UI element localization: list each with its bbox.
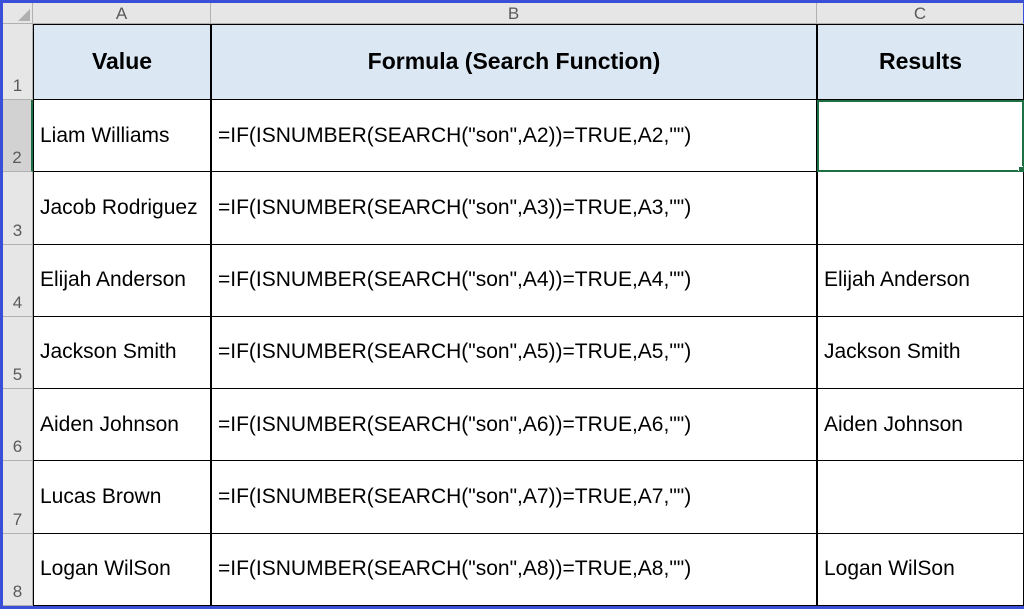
cell-a7[interactable]: Lucas Brown [33,461,211,533]
cell-b5[interactable]: =IF(ISNUMBER(SEARCH("son",A5))=TRUE,A5,"… [211,317,817,389]
row-8: 8 Logan WilSon =IF(ISNUMBER(SEARCH("son"… [3,534,1021,606]
row-head-5[interactable]: 5 [3,317,33,389]
row-2: 2 Liam Williams =IF(ISNUMBER(SEARCH("son… [3,100,1021,172]
row-head-3[interactable]: 3 [3,172,33,244]
cell-a2[interactable]: Liam Williams [33,100,211,172]
row-5: 5 Jackson Smith =IF(ISNUMBER(SEARCH("son… [3,317,1021,389]
col-head-a[interactable]: A [33,3,211,24]
cell-c2[interactable] [817,100,1024,172]
row-1: 1 Value Formula (Search Function) Result… [3,24,1021,100]
cell-a3[interactable]: Jacob Rodriguez [33,172,211,244]
header-results[interactable]: Results [817,24,1024,100]
cell-b7[interactable]: =IF(ISNUMBER(SEARCH("son",A7))=TRUE,A7,"… [211,461,817,533]
row-head-2[interactable]: 2 [3,100,33,172]
cell-c4[interactable]: Elijah Anderson [817,245,1024,317]
row-head-7[interactable]: 7 [3,461,33,533]
select-all-corner[interactable] [3,3,33,24]
row-head-4[interactable]: 4 [3,245,33,317]
cell-c8[interactable]: Logan WilSon [817,534,1024,606]
row-6: 6 Aiden Johnson =IF(ISNUMBER(SEARCH("son… [3,389,1021,461]
cell-c5[interactable]: Jackson Smith [817,317,1024,389]
row-4: 4 Elijah Anderson =IF(ISNUMBER(SEARCH("s… [3,245,1021,317]
cell-c6[interactable]: Aiden Johnson [817,389,1024,461]
cell-a4[interactable]: Elijah Anderson [33,245,211,317]
row-7: 7 Lucas Brown =IF(ISNUMBER(SEARCH("son",… [3,461,1021,533]
col-head-b[interactable]: B [211,3,817,24]
header-value[interactable]: Value [33,24,211,100]
row-head-6[interactable]: 6 [3,389,33,461]
col-head-c[interactable]: C [817,3,1024,24]
select-all-icon [18,9,30,21]
cell-a6[interactable]: Aiden Johnson [33,389,211,461]
column-headers: A B C [3,3,1021,24]
row-3: 3 Jacob Rodriguez =IF(ISNUMBER(SEARCH("s… [3,172,1021,244]
cell-c7[interactable] [817,461,1024,533]
cell-b6[interactable]: =IF(ISNUMBER(SEARCH("son",A6))=TRUE,A6,"… [211,389,817,461]
cell-b4[interactable]: =IF(ISNUMBER(SEARCH("son",A4))=TRUE,A4,"… [211,245,817,317]
rows-container: 1 Value Formula (Search Function) Result… [3,24,1021,606]
cell-a8[interactable]: Logan WilSon [33,534,211,606]
cell-b8[interactable]: =IF(ISNUMBER(SEARCH("son",A8))=TRUE,A8,"… [211,534,817,606]
spreadsheet: A B C 1 Value Formula (Search Function) … [3,3,1021,606]
row-head-8[interactable]: 8 [3,534,33,606]
cell-a5[interactable]: Jackson Smith [33,317,211,389]
cell-b3[interactable]: =IF(ISNUMBER(SEARCH("son",A3))=TRUE,A3,"… [211,172,817,244]
row-head-1[interactable]: 1 [3,24,33,100]
cell-c3[interactable] [817,172,1024,244]
header-formula[interactable]: Formula (Search Function) [211,24,817,100]
cell-b2[interactable]: =IF(ISNUMBER(SEARCH("son",A2))=TRUE,A2,"… [211,100,817,172]
